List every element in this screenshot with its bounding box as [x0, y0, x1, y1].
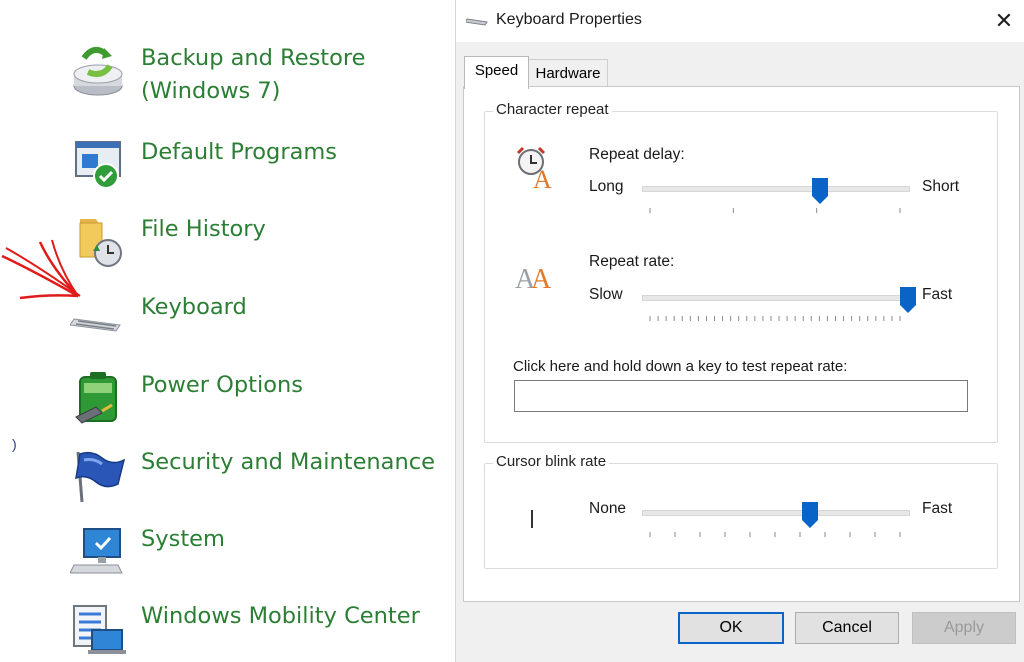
repeat-rate-min-label: Slow [589, 286, 623, 303]
keyboard-icon [466, 18, 488, 26]
repeat-rate-ticks [649, 316, 901, 321]
cp-item-keyboard[interactable]: Keyboard [70, 291, 440, 353]
test-prompt-label: Click here and hold down a key to test r… [513, 358, 848, 375]
cp-label-line1: Backup and Restore [141, 45, 366, 71]
repeat-delay-icon: A [516, 146, 552, 190]
cursor-blink-slider-thumb[interactable] [801, 502, 818, 528]
default-programs-icon [75, 141, 121, 189]
cursor-blink-min-label: None [589, 500, 627, 517]
cp-item-file-history[interactable]: File History [70, 213, 440, 275]
repeat-rate-max-label: Fast [922, 286, 953, 303]
stray-mark: ) [12, 436, 17, 452]
cp-item-security-maintenance[interactable]: Security and Maintenance [70, 446, 440, 508]
group-title-cursor-blink: Cursor blink rate [493, 453, 610, 470]
cursor-blink-max-label: Fast [922, 500, 953, 517]
security-flag-icon [75, 451, 126, 503]
cp-label-power-options: Power Options [141, 372, 303, 398]
cp-label-line2: (Windows 7) [141, 78, 281, 104]
cp-label-backup-restore: Backup and Restore (Windows 7) [141, 42, 365, 108]
ok-button[interactable]: OK [678, 612, 784, 644]
system-icon [70, 528, 123, 574]
cp-item-backup-restore[interactable]: Backup and Restore (Windows 7) [70, 42, 440, 112]
cancel-button[interactable]: Cancel [795, 612, 899, 644]
group-title-character-repeat: Character repeat [493, 101, 612, 118]
keyboard-properties-dialog: Keyboard Properties ✕ Speed Hardware Cha… [455, 0, 1024, 662]
cp-label-mobility-center: Windows Mobility Center [141, 603, 420, 629]
close-button[interactable]: ✕ [988, 6, 1020, 36]
repeat-rate-label: Repeat rate: [589, 253, 675, 270]
cursor-preview [531, 510, 533, 528]
cp-item-power-options[interactable]: Power Options [70, 369, 440, 431]
speed-tab-panel: Character repeat A Repeat delay: Long Sh… [463, 86, 1020, 602]
repeat-rate-slider-track[interactable] [642, 295, 910, 301]
repeat-delay-label: Repeat delay: [589, 146, 685, 163]
cp-label-default-programs: Default Programs [141, 139, 338, 165]
repeat-delay-ticks [649, 208, 901, 213]
repeat-rate-slider-thumb[interactable] [900, 287, 916, 313]
cursor-blink-group: Cursor blink rate None Fast [484, 453, 998, 569]
backup-restore-icon [73, 46, 123, 96]
apply-button[interactable]: Apply [912, 612, 1016, 644]
cp-item-mobility-center[interactable]: Windows Mobility Center [70, 600, 440, 662]
red-arrow-annotation [1, 239, 81, 300]
tab-speed[interactable]: Speed [464, 56, 529, 89]
repeat-delay-slider-thumb[interactable] [812, 178, 829, 204]
power-options-icon [75, 372, 117, 424]
tab-hardware[interactable]: Hardware [528, 59, 608, 88]
cp-item-system[interactable]: System [70, 523, 440, 585]
dialog-title: Keyboard Properties [496, 11, 642, 28]
control-panel-list: Backup and Restore (Windows 7) Default P… [0, 0, 450, 662]
mobility-center-icon [73, 605, 126, 654]
title-bar[interactable]: Keyboard Properties ✕ [456, 0, 1024, 42]
cursor-blink-ticks [649, 532, 901, 537]
repeat-delay-max-label: Short [922, 178, 960, 195]
cp-label-keyboard: Keyboard [141, 294, 247, 320]
cp-label-system: System [141, 526, 225, 552]
repeat-rate-icon: A A [515, 264, 552, 294]
test-repeat-input[interactable] [514, 380, 968, 412]
cursor-blink-slider-track[interactable] [642, 510, 910, 516]
svg-text:A: A [531, 264, 552, 294]
character-repeat-group: Character repeat A Repeat delay: Long Sh… [484, 101, 998, 443]
repeat-delay-slider-track[interactable] [642, 186, 910, 192]
repeat-delay-min-label: Long [589, 178, 624, 195]
cp-label-security-maintenance: Security and Maintenance [141, 449, 435, 475]
cp-label-file-history: File History [141, 216, 266, 242]
svg-text:A: A [533, 165, 552, 190]
cp-item-default-programs[interactable]: Default Programs [70, 136, 440, 198]
